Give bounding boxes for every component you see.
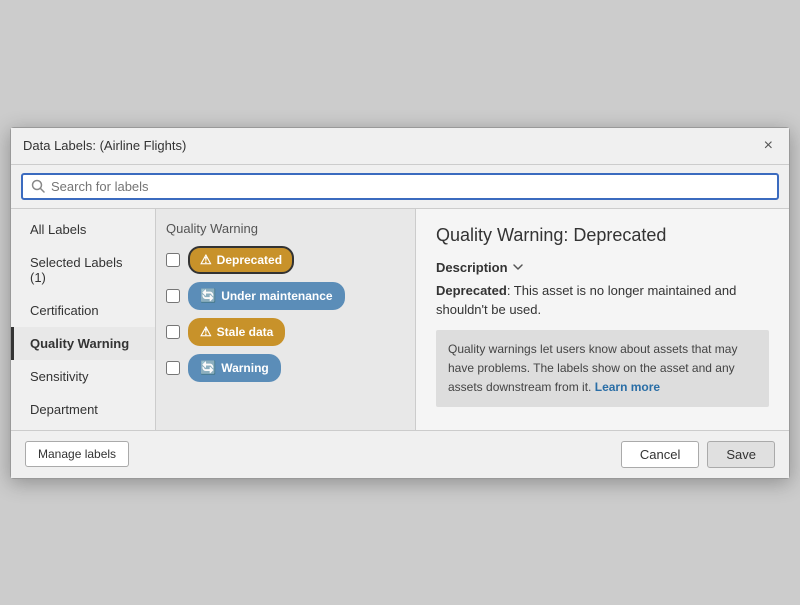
under-maintenance-badge[interactable]: 🔄 Under maintenance <box>188 282 345 310</box>
sidebar-item-quality-warning[interactable]: Quality Warning <box>11 327 155 360</box>
stale-data-checkbox[interactable] <box>166 325 180 339</box>
list-item: ⚠ Deprecated <box>166 246 405 274</box>
deprecated-checkbox[interactable] <box>166 253 180 267</box>
warning-badge[interactable]: 🔄 Warning <box>188 354 281 382</box>
dialog: Data Labels: (Airline Flights) × All Lab… <box>10 127 790 479</box>
search-bar <box>11 165 789 209</box>
detail-title: Quality Warning: Deprecated <box>436 225 769 246</box>
description-header[interactable]: Description <box>436 260 769 275</box>
close-button[interactable]: × <box>760 136 777 156</box>
dialog-body: All Labels Selected Labels (1) Certifica… <box>11 209 789 430</box>
description-text: Deprecated: This asset is no longer main… <box>436 281 769 320</box>
sidebar-item-selected-labels[interactable]: Selected Labels (1) <box>11 246 155 294</box>
sidebar-item-certification[interactable]: Certification <box>11 294 155 327</box>
footer-actions: Cancel Save <box>621 441 775 468</box>
sidebar: All Labels Selected Labels (1) Certifica… <box>11 209 156 430</box>
warning-checkbox[interactable] <box>166 361 180 375</box>
sidebar-item-all-labels[interactable]: All Labels <box>11 213 155 246</box>
learn-more-link[interactable]: Learn more <box>595 380 660 394</box>
deprecated-icon: ⚠ <box>200 252 212 268</box>
cancel-button[interactable]: Cancel <box>621 441 699 468</box>
info-box: Quality warnings let users know about as… <box>436 330 769 408</box>
list-item: 🔄 Under maintenance <box>166 282 405 310</box>
footer: Manage labels Cancel Save <box>11 430 789 478</box>
labels-panel: Quality Warning ⚠ Deprecated 🔄 Under mai… <box>156 209 416 430</box>
search-input-wrapper <box>21 173 779 200</box>
under-maintenance-icon: 🔄 <box>200 288 216 304</box>
under-maintenance-checkbox[interactable] <box>166 289 180 303</box>
chevron-down-icon <box>512 261 524 273</box>
titlebar: Data Labels: (Airline Flights) × <box>11 128 789 165</box>
search-icon <box>31 179 45 193</box>
list-item: ⚠ Stale data <box>166 318 405 346</box>
manage-labels-button[interactable]: Manage labels <box>25 441 129 467</box>
list-item: 🔄 Warning <box>166 354 405 382</box>
stale-data-badge[interactable]: ⚠ Stale data <box>188 318 285 346</box>
detail-panel: Quality Warning: Deprecated Description … <box>416 209 789 430</box>
stale-data-icon: ⚠ <box>200 324 212 340</box>
search-input[interactable] <box>51 179 769 194</box>
sidebar-item-department[interactable]: Department <box>11 393 155 426</box>
warning-icon: 🔄 <box>200 360 216 376</box>
save-button[interactable]: Save <box>707 441 775 468</box>
deprecated-badge[interactable]: ⚠ Deprecated <box>188 246 294 274</box>
sidebar-item-sensitivity[interactable]: Sensitivity <box>11 360 155 393</box>
dialog-title: Data Labels: (Airline Flights) <box>23 138 186 153</box>
labels-section-title: Quality Warning <box>166 221 405 236</box>
